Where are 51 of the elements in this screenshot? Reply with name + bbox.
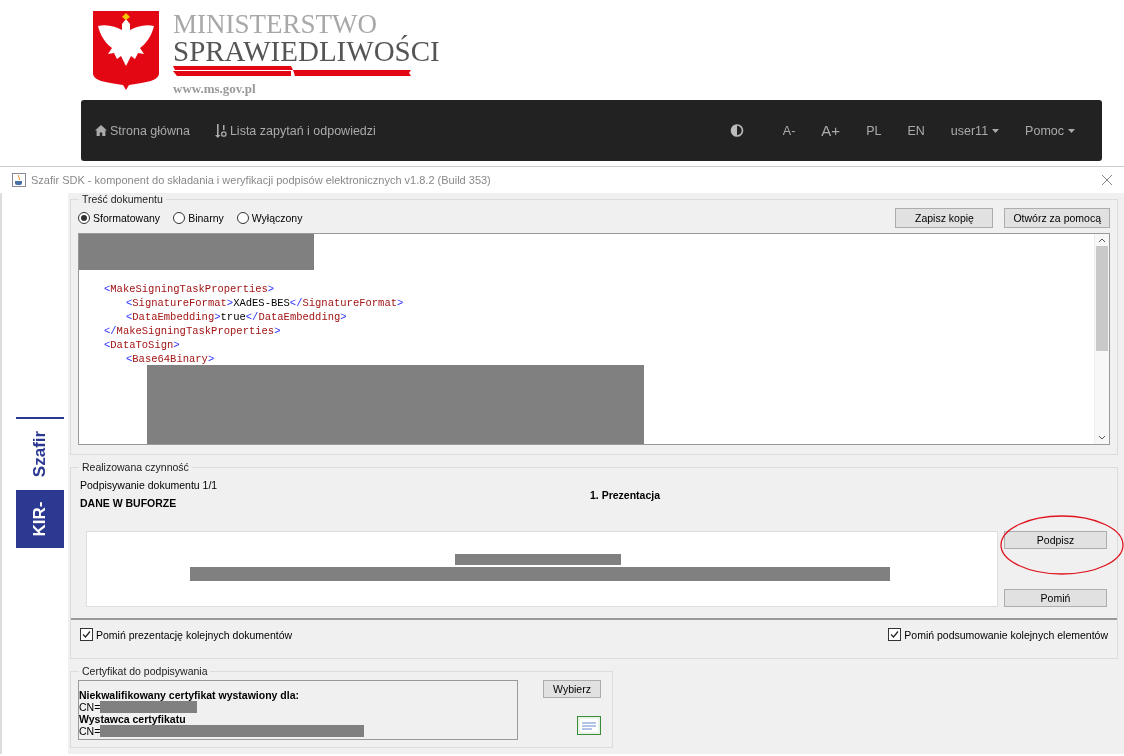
group-legend: Realizowana czynność: [79, 461, 192, 473]
checkbox-option[interactable]: Pomiń podsumowanie kolejnych elementów: [888, 628, 1108, 641]
checkbox[interactable]: [888, 628, 902, 641]
action-button[interactable]: Podpisz: [1004, 531, 1107, 549]
dialog-button[interactable]: Zapisz kopię: [895, 208, 994, 228]
java-cup-icon: [12, 173, 26, 187]
nav-link[interactable]: Strona główna: [95, 123, 190, 138]
source-label: DANE W BUFORZE: [80, 497, 178, 509]
certificate-label: Niekwalifikowany certyfikat wystawiony dla:: [79, 689, 300, 701]
group-legend: Certyfikat do podpisywania: [79, 665, 211, 677]
certificate-icon: [577, 716, 601, 735]
dialog-button[interactable]: Otwórz za pomocą: [1004, 208, 1110, 228]
code-line: </MakeSigningTaskProperties>: [103, 324, 282, 338]
logo-line: [16, 417, 64, 419]
radio-option[interactable]: Sformatowany: [78, 212, 161, 224]
nav-link[interactable]: A-: [769, 123, 809, 138]
home-icon: [95, 125, 107, 136]
caret-icon: [1068, 128, 1075, 133]
window-title: Szafir SDK - komponent do składania i weryfikacji podpisów elektronicznych v1.8.2 (Build 353): [31, 174, 491, 186]
code-line: <MakeSigningTaskProperties>: [103, 282, 276, 296]
code-line: <DataToSign>: [103, 338, 181, 352]
radio-option[interactable]: Binarny: [173, 212, 224, 224]
close-icon[interactable]: [1102, 175, 1112, 185]
certificate-label: Wystawca certyfikatu: [79, 713, 187, 725]
group-legend: Treść dokumentu: [79, 193, 166, 205]
certificate-field: CN=: [79, 725, 101, 737]
action-button[interactable]: Pomiń: [1004, 589, 1107, 607]
nav-link[interactable]: A+: [808, 122, 854, 139]
certificate-field: CN=: [79, 701, 101, 713]
nav-link[interactable]: EN: [894, 123, 938, 138]
nav-link[interactable]: Lista zapytań i odpowiedzi: [214, 123, 376, 138]
scrollbar[interactable]: [1094, 234, 1109, 444]
checkbox[interactable]: [80, 628, 93, 641]
code-line: <SignatureFormat>XAdES-BES</SignatureFormat>: [125, 296, 405, 310]
checkbox-option[interactable]: Pomiń prezentację kolejnych dokumentów: [80, 628, 293, 641]
choose-button[interactable]: Wybierz: [543, 680, 601, 698]
code-line: <DataEmbedding>true</DataEmbedding>: [125, 310, 348, 324]
code-line: <Base64Binary>: [125, 352, 216, 366]
nav-dropdown[interactable]: user11: [937, 123, 1013, 138]
progress-label: Podpisywanie dokumentu 1/1: [80, 479, 219, 491]
ministry-title: SPRAWIEDLIWOŚCI: [173, 37, 440, 65]
step-title: 1. Prezentacja: [590, 488, 661, 503]
nav-link[interactable]: PL: [853, 123, 895, 138]
vendor-logo: KIR-: [16, 490, 64, 548]
brand-logo: Szafir: [30, 430, 50, 478]
eagle-emblem-icon: [93, 11, 159, 91]
caret-icon: [992, 128, 1000, 133]
radio-option[interactable]: Wyłączony: [236, 212, 303, 224]
ministry-title: MINISTERSTWO: [173, 11, 377, 37]
nav-dropdown[interactable]: Pomoc: [1012, 123, 1088, 138]
sort-icon: [214, 123, 227, 138]
